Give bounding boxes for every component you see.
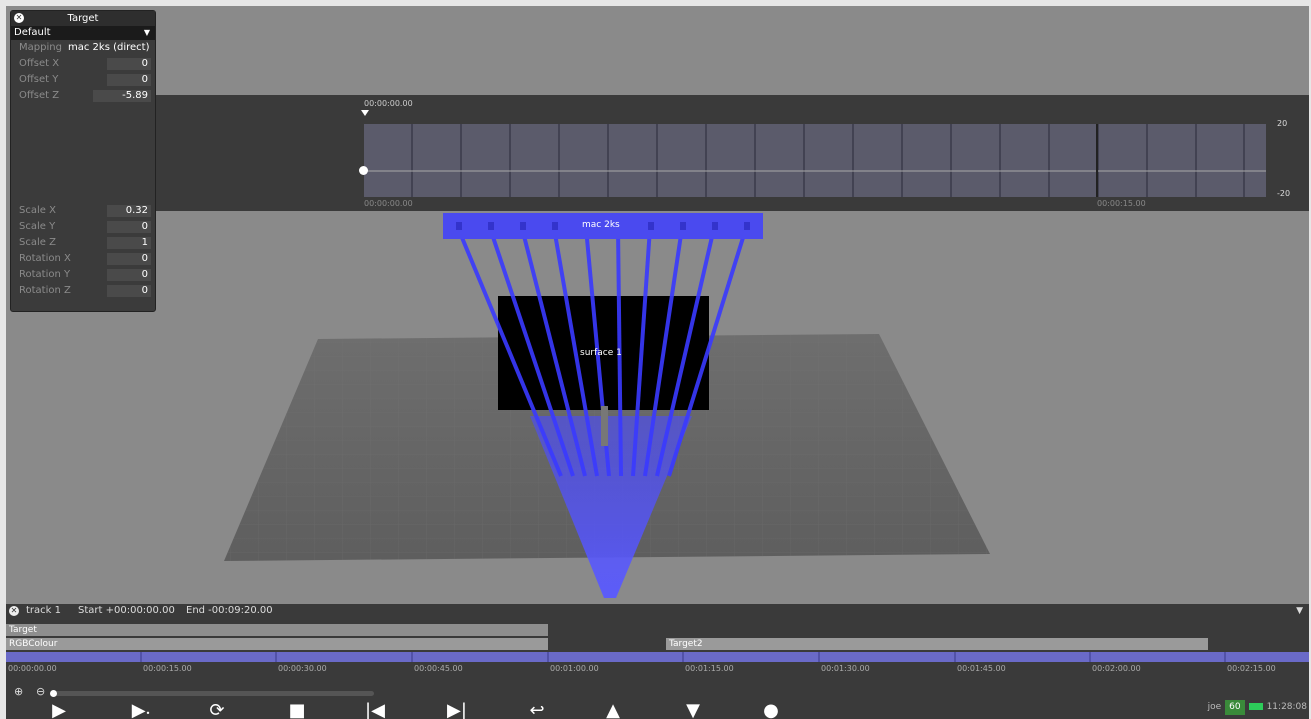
curve-y-min: -20 [1277,189,1291,198]
close-icon[interactable]: ✕ [14,13,24,23]
ruler-label: 00:01:00.00 [550,664,599,673]
target-inspector-panel: ✕ Target Default ▼ Mapping mac 2ks (dire… [10,10,156,312]
ruler-label: 00:00:30.00 [278,664,327,673]
rotation-x-row: Rotation X 0 [11,251,155,267]
chevron-down-icon[interactable]: ▼ [1296,604,1303,618]
scale-x-row: Scale X 0.32 [11,203,155,219]
rotation-y-row: Rotation Y 0 [11,267,155,283]
mapping-value: mac 2ks (direct) [68,42,150,53]
panel-spacer [11,104,155,203]
target-panel-header: ✕ Target [11,11,155,26]
preset-dropdown[interactable]: Default ▼ [11,26,155,40]
rotation-z-field[interactable]: 0 [107,285,151,297]
clip-label: RGBColour [9,639,58,649]
track-start: Start +00:00:00.00 [78,605,175,616]
zoom-out-icon[interactable]: ⊖ [36,685,45,698]
field-label: Offset Y [19,74,59,85]
track-panel: ✕ track 1 Start +00:00:00.00 End -00:09:… [6,604,1309,719]
field-label: Scale X [19,205,56,216]
scale-z-field[interactable]: 1 [107,237,151,249]
scale-y-field[interactable]: 0 [107,221,151,233]
automation-curve-panel: 00:00:00.00 20 -20 00:00:00.00 00:00:15.… [155,95,1309,211]
offset-x-row: Offset X 0 [11,56,155,72]
field-label: Rotation Y [19,269,71,280]
mapping-row[interactable]: Mapping mac 2ks (direct) [11,40,155,56]
zoom-in-icon[interactable]: ⊕ [14,685,23,698]
curve-area[interactable] [359,124,1266,197]
time-ruler[interactable]: 00:00:00.00 00:00:15.00 00:00:30.00 00:0… [6,652,1309,673]
curve-time-top: 00:00:00.00 [364,99,413,108]
rotation-x-field[interactable]: 0 [107,253,151,265]
skip-back-icon[interactable]: |◀ [360,701,390,719]
human-figure [601,406,608,446]
fixture-label: mac 2ks [582,220,620,230]
preset-value: Default [14,27,51,38]
clip-rgbcolour[interactable]: RGBColour [6,638,548,650]
ruler-label: 00:00:00.00 [8,664,57,673]
field-label: Rotation X [19,253,71,264]
play-icon[interactable]: ▶ [44,701,74,719]
field-label: Rotation Z [19,285,71,296]
ruler-label: 00:00:15.00 [143,664,192,673]
user-name: joe [1207,702,1222,712]
ruler-label: 00:01:45.00 [957,664,1006,673]
target-panel-title: Target [67,13,99,24]
zoom-slider-handle[interactable] [50,690,57,697]
offset-y-row: Offset Y 0 [11,72,155,88]
ruler-label: 00:01:30.00 [821,664,870,673]
fps-badge: 60 [1225,700,1245,715]
offset-z-row: Offset Z -5.89 [11,88,155,104]
offset-z-field[interactable]: -5.89 [93,90,151,102]
curve-time-start: 00:00:00.00 [364,199,413,208]
ruler-label: 00:02:15.00 [1227,664,1276,673]
rotation-y-field[interactable]: 0 [107,269,151,281]
record-icon[interactable]: ● [756,701,786,719]
loop-icon[interactable]: ⟳ [202,701,232,719]
surface-label: surface 1 [580,348,622,358]
ruler-label: 00:02:00.00 [1092,664,1141,673]
curve-keyframe[interactable] [359,166,368,175]
track-title: track 1 [26,605,61,616]
close-icon[interactable]: ✕ [9,606,19,616]
down-icon[interactable]: ▼ [678,701,708,719]
scale-x-field[interactable]: 0.32 [107,205,151,217]
play-from-icon[interactable]: ▶• [126,701,156,719]
scale-z-row: Scale Z 1 [11,235,155,251]
curve-time-mid: 00:00:15.00 [1097,199,1146,208]
playhead-marker[interactable] [361,110,369,117]
field-label: Scale Y [19,221,56,232]
field-label: Offset Z [19,90,60,101]
chevron-down-icon: ▼ [143,28,150,37]
ruler-label: 00:01:15.00 [685,664,734,673]
clip-label: Target2 [669,639,703,649]
up-icon[interactable]: ▲ [598,701,628,719]
rotation-z-row: Rotation Z 0 [11,283,155,299]
offset-x-field[interactable]: 0 [107,58,151,70]
clock-time: 11:28:08 [1266,702,1307,712]
clip-target2[interactable]: Target2 [666,638,1208,650]
field-label: Scale Z [19,237,56,248]
track-header: ✕ track 1 Start +00:00:00.00 End -00:09:… [6,604,1309,618]
status-bar: joe 60 11:28:08 [1208,700,1307,715]
stop-icon[interactable]: ■ [282,701,312,719]
scale-y-row: Scale Y 0 [11,219,155,235]
return-icon[interactable]: ↩ [522,701,552,719]
mapping-label: Mapping [19,42,62,53]
clip-label: Target [9,625,37,635]
offset-y-field[interactable]: 0 [107,74,151,86]
field-label: Offset X [19,58,60,69]
battery-icon [1248,703,1263,710]
skip-forward-icon[interactable]: ▶| [442,701,472,719]
application-window: mac 2ks surface 1 00:00:00.00 20 -20 00:… [6,6,1309,719]
clip-target[interactable]: Target [6,624,548,636]
ruler-label: 00:00:45.00 [414,664,463,673]
zoom-slider[interactable] [50,690,374,697]
track-end: End -00:09:20.00 [186,605,273,616]
curve-y-max: 20 [1277,119,1288,128]
